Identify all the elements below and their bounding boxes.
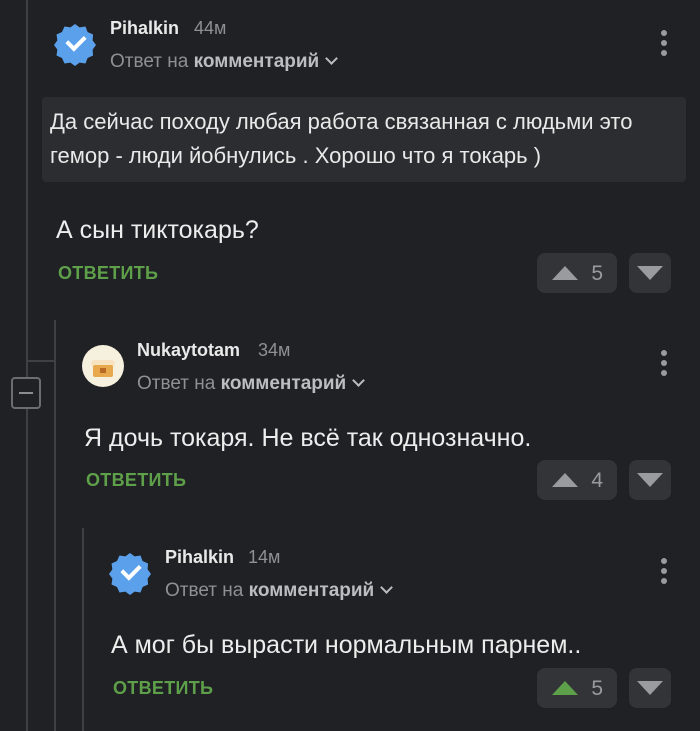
chevron-down-icon [352,374,366,387]
reply-to-prefix: Ответ на [110,51,189,72]
reply-button[interactable]: ОТВЕТИТЬ [86,470,186,491]
reply-to-link[interactable]: Ответ на комментарий [165,580,394,602]
upvote-button[interactable]: 5 [537,253,617,293]
cake-avatar [82,345,124,387]
chevron-down-icon [380,581,394,594]
username[interactable]: Pihalkin [110,18,179,39]
comment-text: А мог бы вырасти нормальным парнем.. [111,631,582,659]
thread-line [26,0,28,377]
reply-button[interactable]: ОТВЕТИТЬ [113,678,213,699]
comment-text: А сын тиктокарь? [56,216,259,244]
reply-to-link[interactable]: Ответ на комментарий [110,51,339,73]
downvote-button[interactable] [629,253,671,293]
verified-badge-icon [109,553,151,595]
thread-branch [26,360,54,362]
more-options-icon[interactable] [661,558,667,584]
vote-count: 5 [591,262,603,285]
chevron-down-icon [325,52,339,65]
downvote-button[interactable] [629,668,671,708]
reply-to-target: комментарий [248,580,375,601]
username[interactable]: Nukaytotam [137,340,240,361]
reply-to-link[interactable]: Ответ на комментарий [137,373,366,395]
comment-text: Я дочь токаря. Не всё так однозначно. [84,424,532,452]
thread-line [82,528,84,731]
verified-badge-icon [54,24,96,66]
arrow-down-icon [637,473,663,487]
quoted-comment: Да сейчас походу любая работа связанная … [42,97,686,182]
reply-button[interactable]: ОТВЕТИТЬ [58,263,158,284]
reply-to-prefix: Ответ на [137,373,216,394]
thread-line [54,320,56,731]
reply-to-prefix: Ответ на [165,580,244,601]
vote-count: 4 [591,469,603,492]
more-options-icon[interactable] [661,350,667,376]
arrow-up-icon [552,473,578,487]
timestamp: 14м [248,547,281,567]
upvote-button[interactable]: 5 [537,668,617,708]
upvote-button[interactable]: 4 [537,460,617,500]
timestamp: 44м [194,18,227,38]
vote-count: 5 [591,677,603,700]
reply-to-target: комментарий [220,373,347,394]
collapse-thread-button[interactable] [11,377,41,409]
downvote-button[interactable] [629,460,671,500]
arrow-down-icon [637,681,663,695]
arrow-up-icon [552,266,578,280]
arrow-down-icon [637,266,663,280]
more-options-icon[interactable] [661,30,667,56]
reply-to-target: комментарий [193,51,320,72]
thread-line [26,409,28,731]
arrow-up-icon [552,681,578,695]
username[interactable]: Pihalkin [165,547,234,568]
timestamp: 34м [258,340,291,360]
